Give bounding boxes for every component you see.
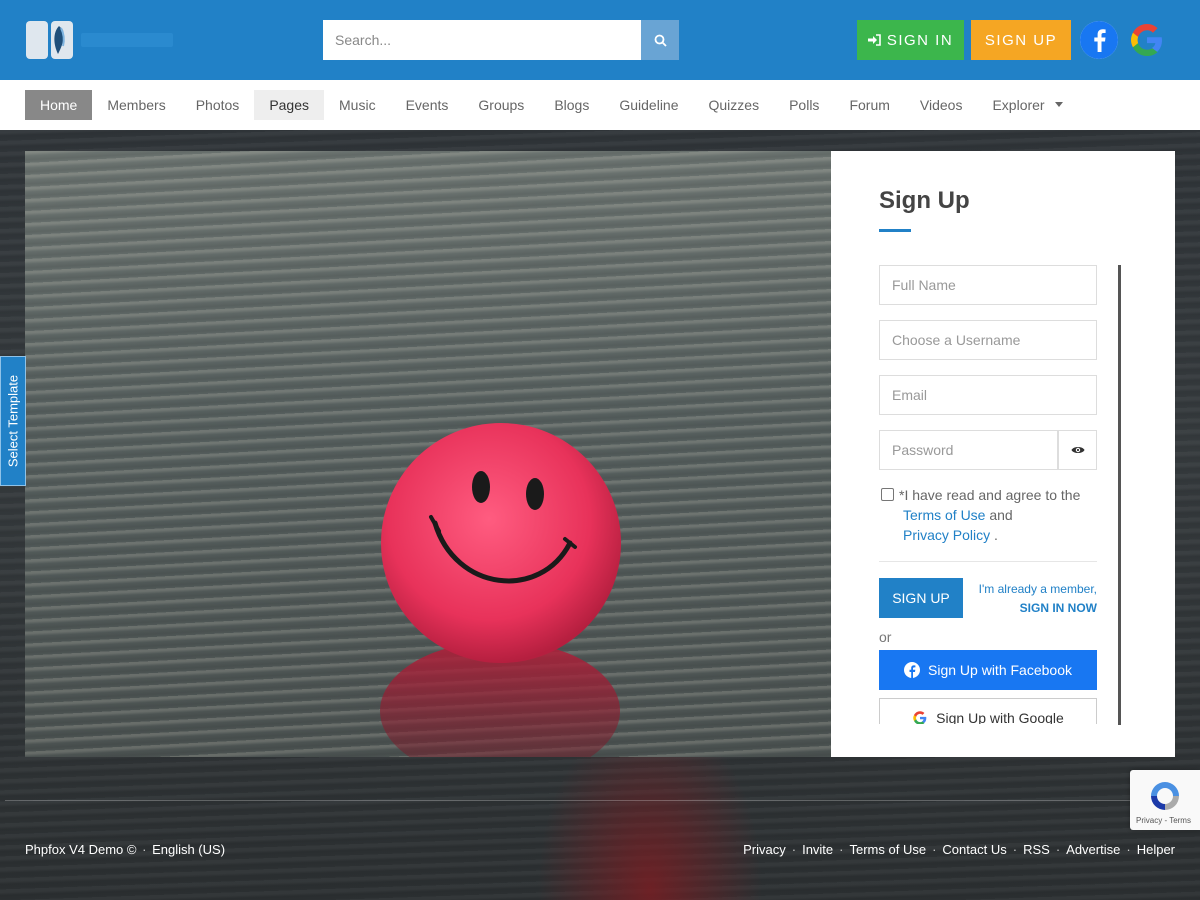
nav-item-home[interactable]: Home: [25, 90, 93, 120]
already-member-link[interactable]: I'm already a member, SIGN IN NOW: [971, 580, 1097, 618]
period-text: .: [994, 527, 998, 543]
google-signup-button[interactable]: Sign Up with Google: [879, 698, 1097, 724]
nav-item-blogs[interactable]: Blogs: [539, 90, 604, 120]
panel-scrollbar[interactable]: [1118, 265, 1121, 725]
footer-copyright: Phpfox V4 Demo © · English (US): [25, 842, 226, 857]
email-field[interactable]: Email: [879, 375, 1097, 415]
search-icon: [654, 34, 667, 47]
and-text: and: [989, 507, 1013, 523]
nav-label: Photos: [195, 97, 240, 113]
agree-checkbox[interactable]: [881, 488, 894, 501]
footer-link-helper[interactable]: Helper: [1137, 842, 1175, 857]
nav-item-events[interactable]: Events: [391, 90, 464, 120]
recaptcha-badge[interactable]: Privacy - Terms: [1130, 770, 1200, 830]
footer-link-terms[interactable]: Terms of Use: [850, 842, 927, 857]
show-password-button[interactable]: [1058, 430, 1097, 470]
select-template-label: Select Template: [5, 374, 21, 468]
nav-item-videos[interactable]: Videos: [905, 90, 978, 120]
footer-site-text: Phpfox V4 Demo ©: [25, 842, 137, 857]
sign-up-header-label: SIGN UP: [984, 31, 1058, 49]
nav-label: Members: [107, 97, 166, 113]
nav-item-quizzes[interactable]: Quizzes: [694, 90, 775, 120]
terms-link[interactable]: Terms of Use: [903, 507, 985, 523]
select-template-tab[interactable]: Select Template: [0, 356, 26, 486]
already-member-text: I'm already a member,: [978, 582, 1097, 596]
nav-label: Home: [40, 97, 78, 113]
sign-up-header-button[interactable]: SIGN UP: [971, 20, 1071, 60]
sign-in-icon: [867, 34, 881, 46]
nav-label: Guideline: [619, 97, 679, 113]
footer-divider: [5, 800, 1165, 801]
password-field[interactable]: Password: [879, 430, 1058, 470]
eye-icon: [1071, 447, 1084, 453]
nav-item-groups[interactable]: Groups: [463, 90, 539, 120]
facebook-icon: [904, 662, 921, 678]
nav-label: Videos: [919, 97, 963, 113]
google-icon: [913, 710, 927, 724]
facebook-login-button[interactable]: [1080, 21, 1118, 59]
signup-title: Sign Up: [879, 187, 970, 214]
logo-wordmark: [81, 30, 173, 50]
nav-item-explorer[interactable]: Explorer: [977, 90, 1077, 120]
nav-label: Music: [339, 97, 376, 113]
footer-links: Privacy · Invite · Terms of Use · Contact U…: [743, 842, 1175, 857]
nav-item-polls[interactable]: Polls: [774, 90, 834, 120]
caret-down-icon: [1054, 101, 1063, 107]
sign-in-button[interactable]: SIGN IN: [857, 20, 964, 60]
terms-agreement: *I have read and agree to the Terms of U…: [879, 485, 1097, 545]
nav-item-members[interactable]: Members: [92, 90, 180, 120]
footer-link-rss[interactable]: RSS: [1023, 842, 1050, 857]
footer-link-contact[interactable]: Contact Us: [942, 842, 1006, 857]
nav-label: Forum: [849, 97, 890, 113]
search-button[interactable]: [641, 20, 679, 60]
or-separator: or: [879, 629, 892, 645]
smiley-ball-image: [380, 423, 621, 757]
facebook-icon: [1080, 21, 1118, 59]
nav-item-pages[interactable]: Pages: [254, 90, 325, 120]
nav-label: Pages: [269, 97, 310, 113]
full-name-field[interactable]: Full Name: [879, 265, 1097, 305]
nav-label: Quizzes: [708, 97, 760, 113]
footer-link-privacy[interactable]: Privacy: [743, 842, 786, 857]
nav-label: Polls: [789, 97, 820, 113]
nav-label: Groups: [478, 97, 525, 113]
agree-text: *I have read and agree to the: [899, 487, 1081, 503]
search-input[interactable]: [323, 20, 641, 60]
google-signup-label: Sign Up with Google: [936, 709, 1064, 725]
google-login-button[interactable]: [1128, 21, 1166, 59]
header-bar: SIGN IN SIGN UP: [0, 0, 1200, 80]
signup-submit-button[interactable]: SIGN UP: [879, 578, 963, 618]
logo-icon: [26, 21, 73, 59]
nav-label: Explorer: [992, 97, 1045, 113]
sign-in-label: SIGN IN: [886, 31, 954, 49]
main-nav: Home Members Photos Pages Music Events G…: [0, 80, 1200, 130]
recaptcha-text: Privacy - Terms: [1136, 816, 1191, 825]
signup-submit-label: SIGN UP: [892, 590, 950, 606]
google-icon: [1131, 24, 1162, 56]
title-underline: [879, 229, 911, 232]
signup-panel: Sign Up Full Name Choose a Username Emai…: [831, 151, 1175, 757]
nav-label: Blogs: [554, 97, 590, 113]
nav-item-photos[interactable]: Photos: [181, 90, 255, 120]
site-logo[interactable]: [25, 20, 175, 60]
language-selector[interactable]: English (US): [152, 842, 225, 857]
divider: [879, 561, 1097, 562]
hero-photo: [25, 151, 831, 757]
footer-link-advertise[interactable]: Advertise: [1066, 842, 1120, 857]
username-field[interactable]: Choose a Username: [879, 320, 1097, 360]
facebook-signup-label: Sign Up with Facebook: [928, 662, 1072, 678]
nav-item-forum[interactable]: Forum: [834, 90, 904, 120]
nav-item-guideline[interactable]: Guideline: [604, 90, 693, 120]
facebook-signup-button[interactable]: Sign Up with Facebook: [879, 650, 1097, 690]
recaptcha-icon: [1151, 782, 1179, 810]
nav-label: Events: [405, 97, 449, 113]
nav-item-music[interactable]: Music: [324, 90, 391, 120]
sign-in-now-link[interactable]: SIGN IN NOW: [971, 599, 1097, 618]
search-box: [323, 20, 679, 60]
privacy-link[interactable]: Privacy Policy: [903, 527, 990, 543]
footer-link-invite[interactable]: Invite: [802, 842, 833, 857]
